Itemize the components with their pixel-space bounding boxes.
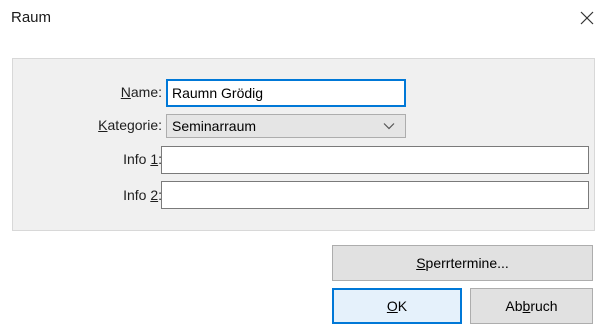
kategorie-selected-value: Seminarraum bbox=[172, 118, 257, 134]
name-input[interactable]: Raumn Grödig bbox=[166, 79, 406, 107]
sperrtermine-button[interactable]: Sperrtermine... bbox=[332, 245, 593, 281]
kategorie-select[interactable]: Seminarraum bbox=[166, 114, 406, 138]
info1-label: Info 1: bbox=[123, 151, 162, 167]
info1-input[interactable] bbox=[161, 146, 589, 174]
abbruch-button[interactable]: Abbruch bbox=[470, 288, 593, 324]
chevron-down-icon bbox=[383, 122, 395, 130]
info2-label: Info 2: bbox=[123, 187, 162, 203]
ok-button[interactable]: OK bbox=[332, 288, 462, 324]
raum-dialog: Raum Name: Raumn Grödig Kategorie: Semin… bbox=[0, 0, 605, 325]
room-details-panel: Name: Raumn Grödig Kategorie: Seminarrau… bbox=[12, 58, 595, 231]
close-icon bbox=[575, 6, 599, 30]
kategorie-label: Kategorie: bbox=[98, 117, 162, 133]
info2-input[interactable] bbox=[161, 181, 589, 209]
window-title: Raum bbox=[11, 9, 52, 26]
name-label: Name: bbox=[120, 84, 162, 100]
close-button[interactable] bbox=[575, 6, 599, 30]
title-bar: Raum bbox=[0, 0, 605, 36]
